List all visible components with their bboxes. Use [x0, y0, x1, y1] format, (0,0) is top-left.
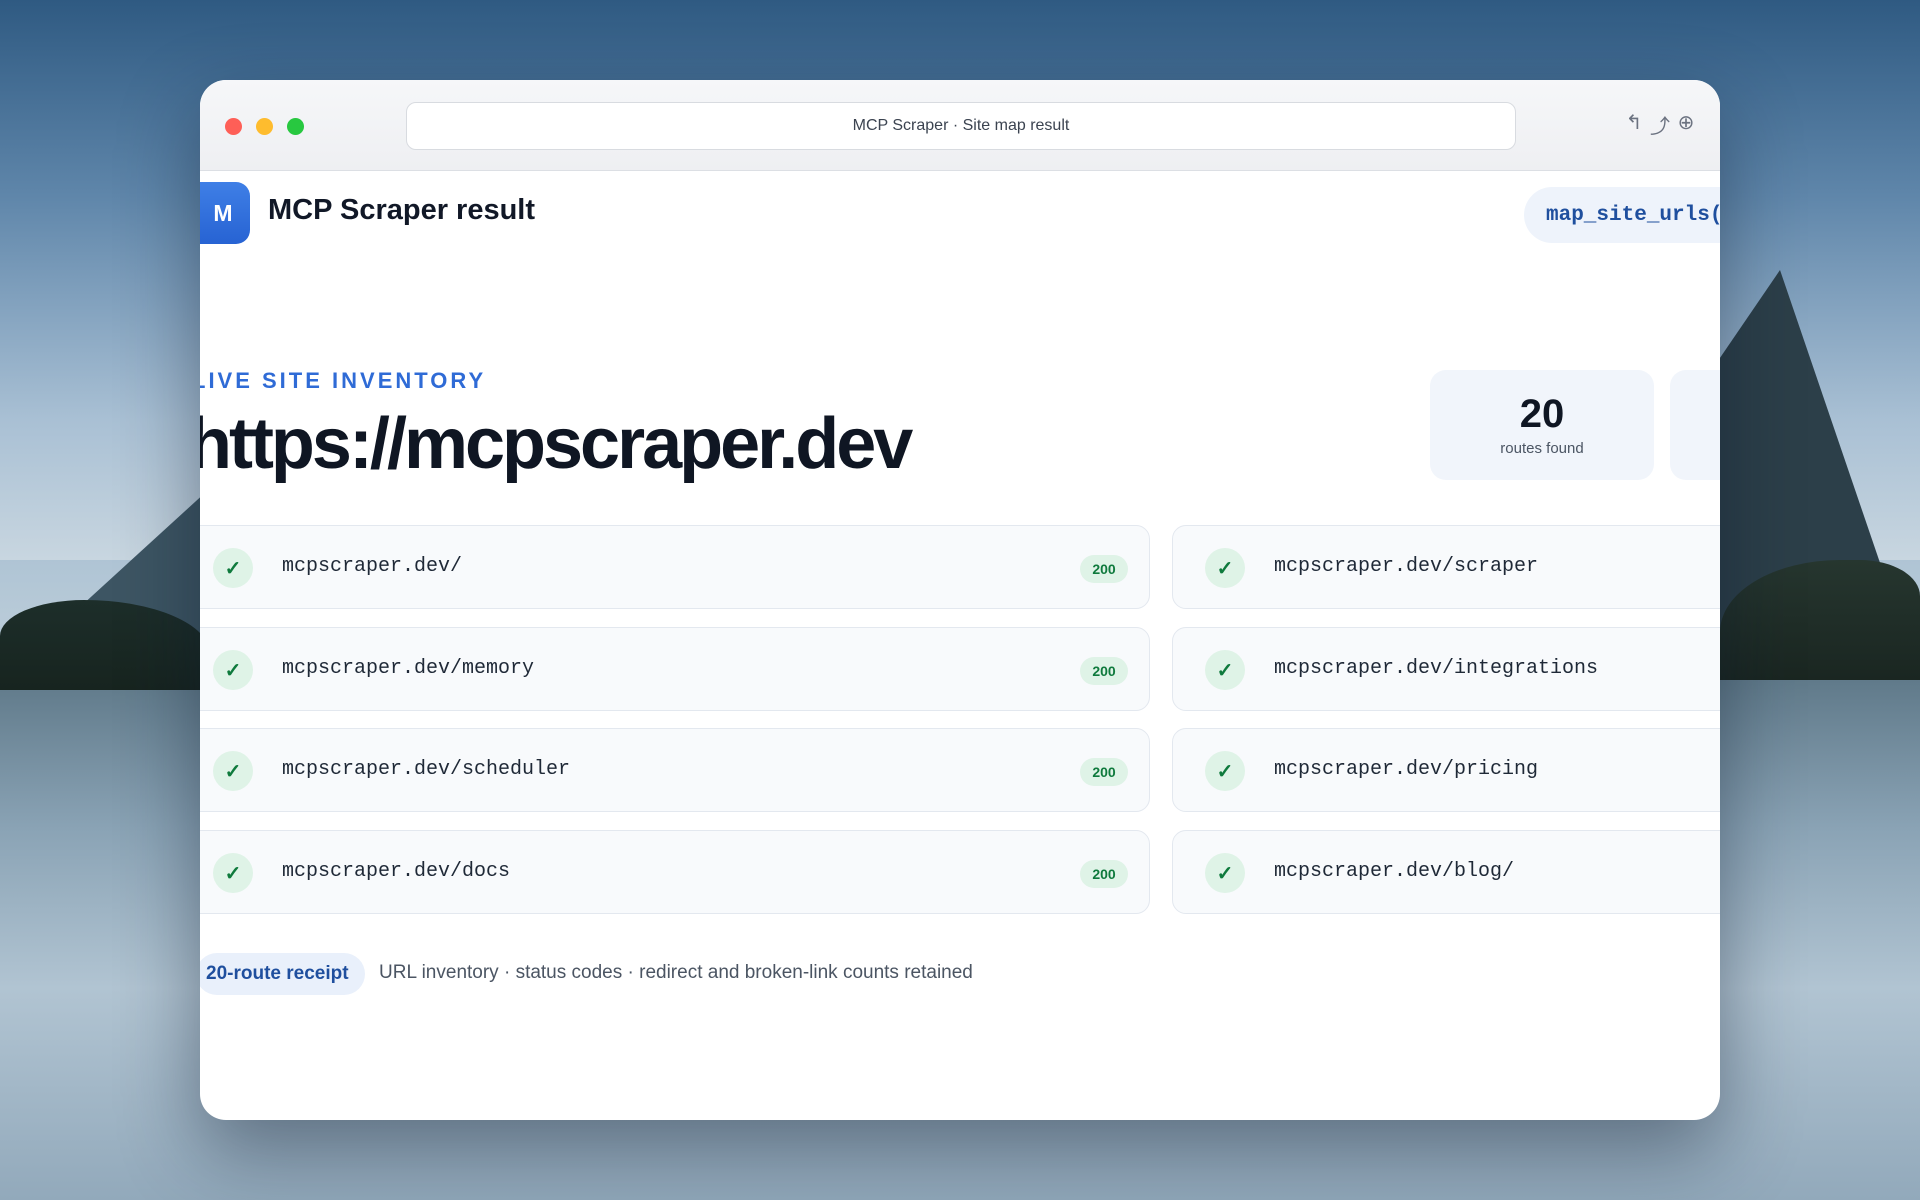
route-card[interactable]: ✓ mcpscraper.dev/pricing — [1172, 728, 1720, 812]
address-bar[interactable]: MCP Scraper · Site map result — [406, 102, 1516, 150]
toolbar-icons: ↰ ⤴ ⊕ — [1624, 110, 1696, 139]
route-card[interactable]: ✓ mcpscraper.dev/blog/ — [1172, 830, 1720, 914]
check-icon: ✓ — [1205, 751, 1245, 791]
route-url: mcpscraper.dev/docs — [282, 860, 511, 883]
receipt-badge: 20-route receipt — [200, 953, 365, 995]
route-url: mcpscraper.dev/scheduler — [282, 758, 571, 781]
route-card[interactable]: ✓ mcpscraper.dev/docs 200 — [200, 830, 1150, 914]
app-window: MCP Scraper · Site map result ↰ ⤴ ⊕ M MC… — [200, 80, 1720, 1120]
share-icon[interactable]: ⤴ — [1650, 110, 1670, 139]
tool-name-chip[interactable]: map_site_urls( — [1524, 187, 1720, 243]
route-url: mcpscraper.dev/scraper — [1274, 555, 1539, 578]
route-card[interactable]: ✓ mcpscraper.dev/memory 200 — [200, 627, 1150, 711]
address-bar-text: MCP Scraper · Site map result — [852, 117, 1070, 134]
route-url: mcpscraper.dev/integrations — [1274, 657, 1599, 680]
route-url: mcpscraper.dev/memory — [282, 657, 535, 680]
check-icon: ✓ — [213, 853, 253, 893]
status-badge: 200 — [1080, 860, 1128, 888]
result-content: M MCP Scraper result map_site_urls( LIVE… — [200, 171, 1720, 1120]
stat-card-secondary — [1670, 370, 1720, 480]
tool-name-label: map_site_urls( — [1546, 203, 1720, 227]
check-icon: ✓ — [1205, 650, 1245, 690]
check-icon: ✓ — [213, 548, 253, 588]
back-arrow-icon[interactable]: ↰ — [1624, 110, 1644, 139]
close-window-button[interactable] — [225, 118, 242, 135]
stat-card-routes: 20 routes found — [1430, 370, 1654, 480]
status-badge: 200 — [1080, 555, 1128, 583]
minimize-window-button[interactable] — [256, 118, 273, 135]
section-eyebrow: LIVE SITE INVENTORY — [200, 368, 487, 393]
stat-label: routes found — [1500, 440, 1584, 457]
receipt-badge-label: 20-route receipt — [206, 963, 349, 984]
check-icon: ✓ — [1205, 548, 1245, 588]
site-url-heading: https://mcpscraper.dev — [200, 404, 913, 484]
route-url: mcpscraper.dev/blog/ — [1274, 860, 1515, 883]
route-card[interactable]: ✓ mcpscraper.dev/scraper — [1172, 525, 1720, 609]
route-url: mcpscraper.dev/pricing — [1274, 758, 1539, 781]
check-icon: ✓ — [1205, 853, 1245, 893]
route-card[interactable]: ✓ mcpscraper.dev/integrations — [1172, 627, 1720, 711]
route-url: mcpscraper.dev/ — [282, 555, 463, 578]
app-logo-letter: M — [213, 199, 233, 226]
page-title: MCP Scraper result — [268, 194, 536, 226]
receipt-note: URL inventory · status codes · redirect … — [379, 962, 973, 983]
check-icon: ✓ — [213, 650, 253, 690]
globe-icon[interactable]: ⊕ — [1676, 110, 1696, 139]
window-titlebar: MCP Scraper · Site map result ↰ ⤴ ⊕ — [200, 80, 1720, 171]
route-card[interactable]: ✓ mcpscraper.dev/ 200 — [200, 525, 1150, 609]
status-badge: 200 — [1080, 657, 1128, 685]
route-card[interactable]: ✓ mcpscraper.dev/scheduler 200 — [200, 728, 1150, 812]
app-logo: M — [200, 182, 250, 244]
zoom-window-button[interactable] — [287, 118, 304, 135]
stat-value: 20 — [1519, 392, 1565, 436]
status-badge: 200 — [1080, 758, 1128, 786]
check-icon: ✓ — [213, 751, 253, 791]
